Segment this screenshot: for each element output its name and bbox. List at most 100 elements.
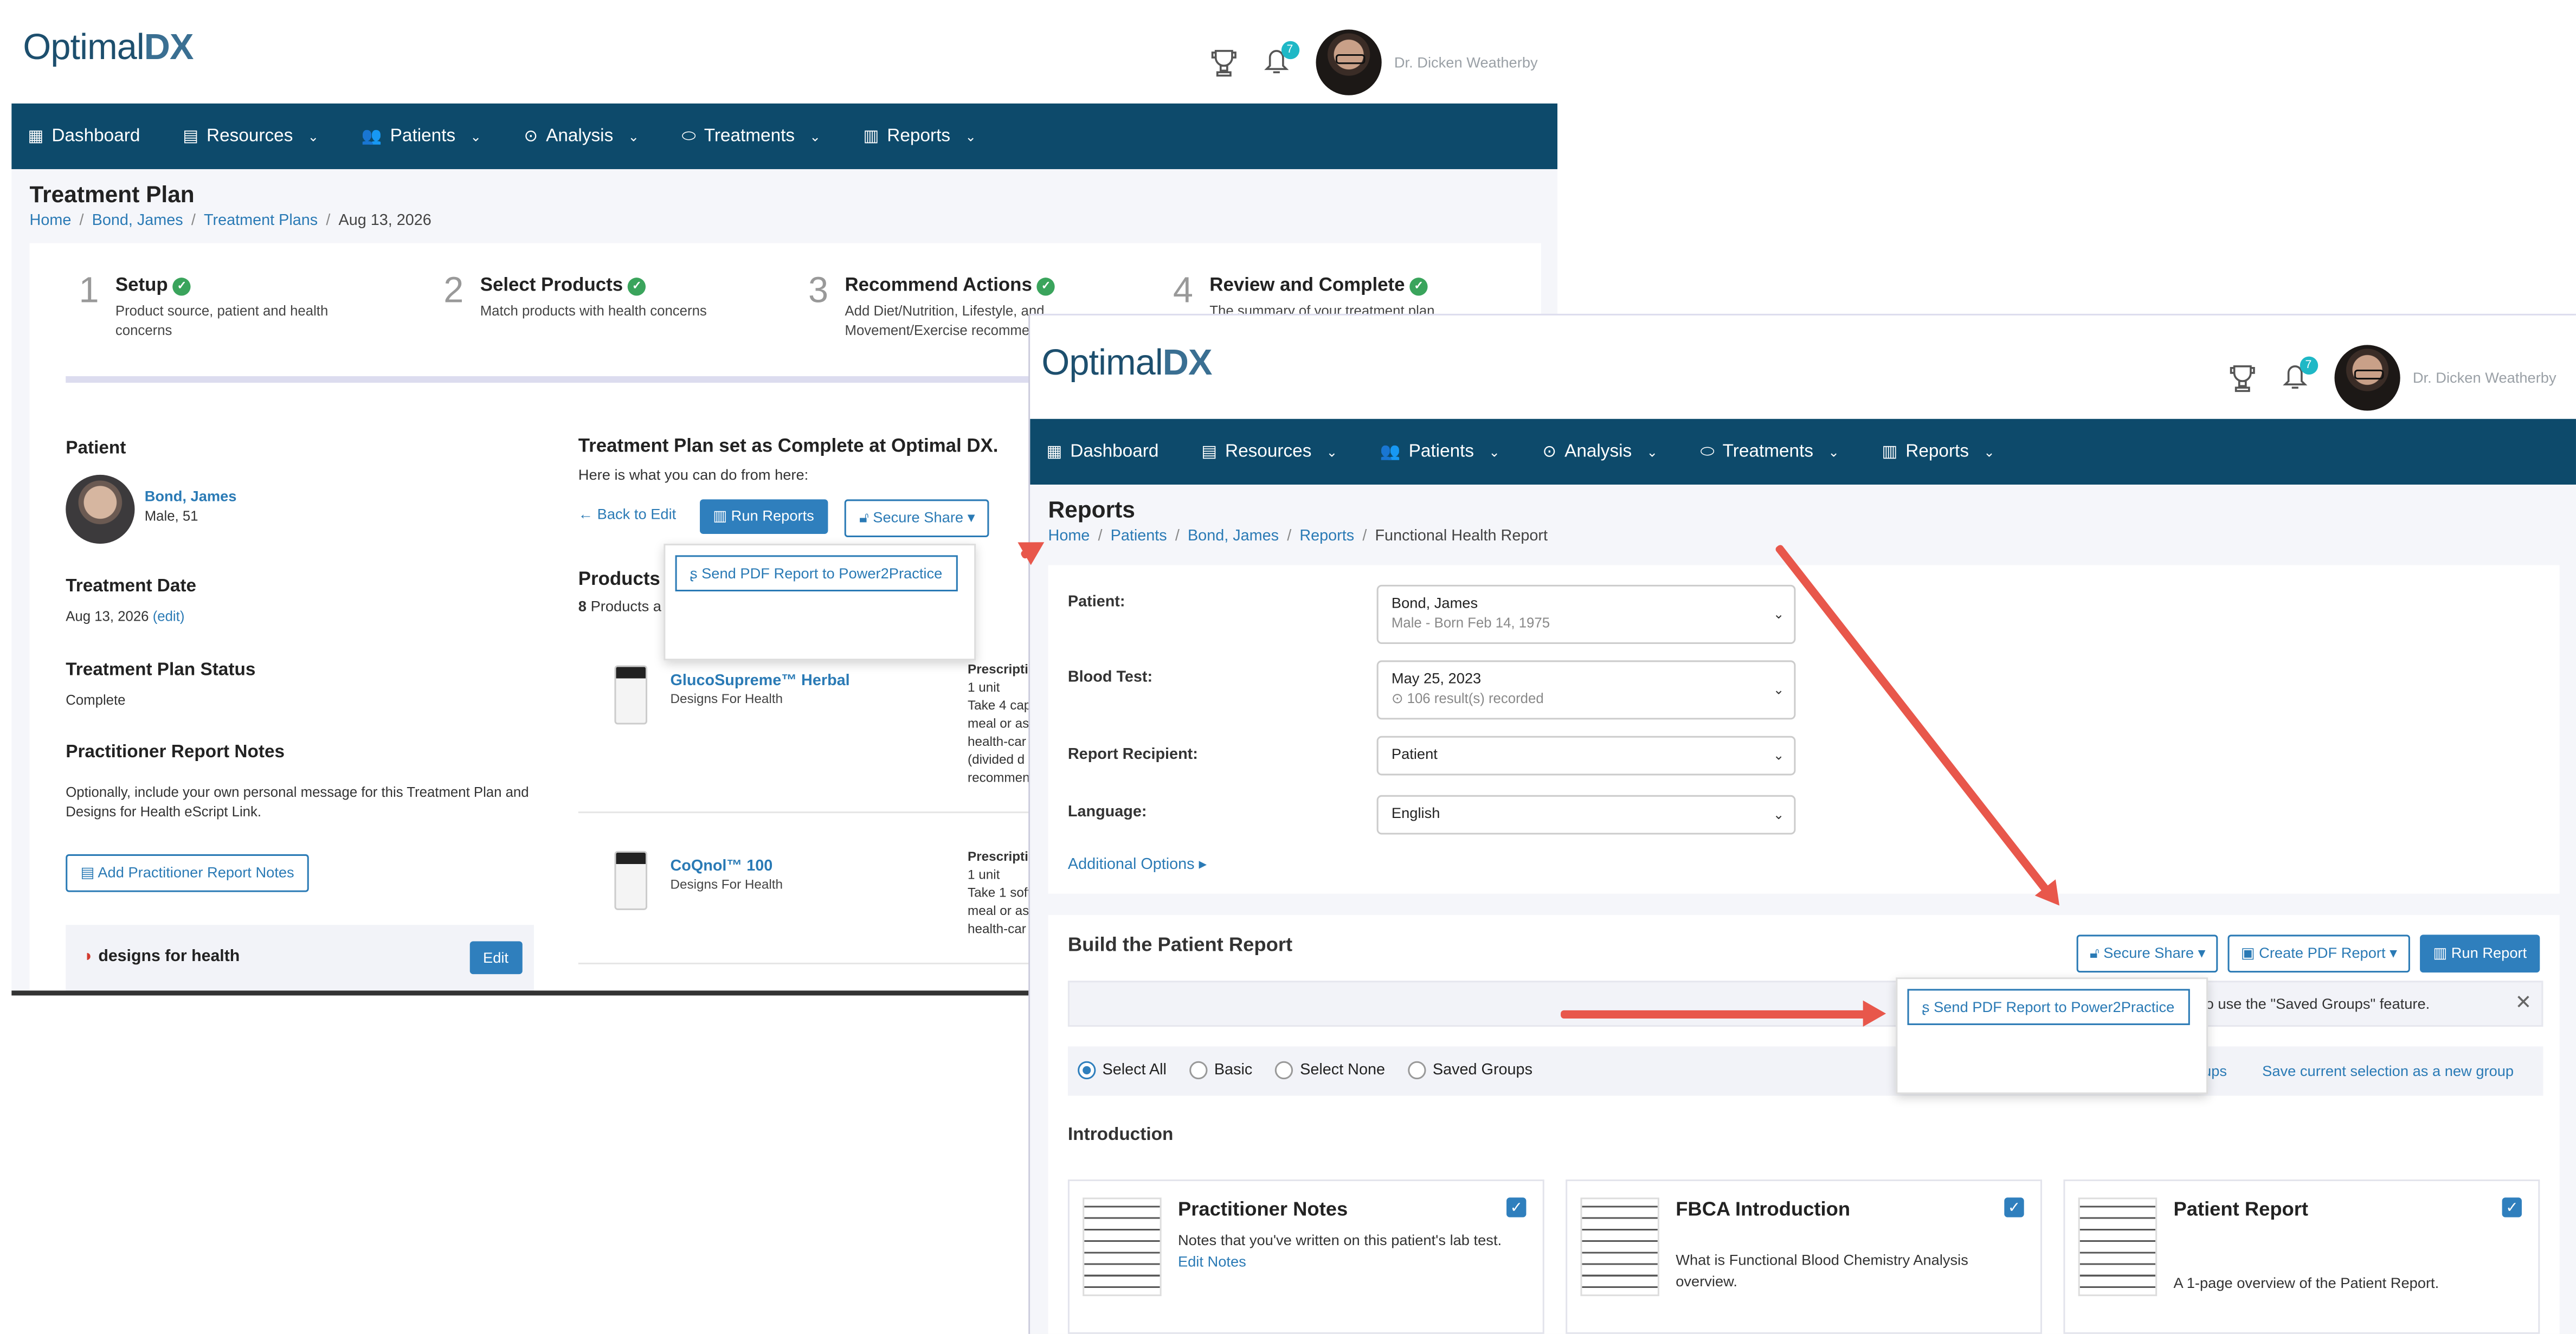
report-card-fbca-introduction[interactable]: FBCA Introduction What is Functional Blo…	[1566, 1179, 2043, 1334]
dfh-edit-button[interactable]: Edit	[469, 941, 522, 975]
reports-window: OptimalDX 7 Dr. Dicken Weatherby ▦ Dashbo…	[1030, 315, 2576, 1334]
patient-label: Patient	[66, 439, 126, 459]
nav-treatments[interactable]: ⬭ Treatments ⌄	[1701, 442, 1839, 461]
card-desc: What is Functional Blood Chemistry Analy…	[1676, 1252, 1968, 1290]
create-pdf-button[interactable]: ▣ Create PDF Report ▾	[2227, 935, 2411, 973]
radio-select-none[interactable]: Select None	[1275, 1061, 1385, 1080]
card-checkbox[interactable]: ✓	[2004, 1197, 2024, 1217]
nav-dashboard[interactable]: ▦ Dashboard	[1046, 442, 1158, 461]
bell-icon[interactable]: 7	[1263, 41, 1299, 78]
product-name[interactable]: CoQnol™ 100	[670, 858, 772, 875]
nav-resources[interactable]: ▤ Resources ⌄	[1201, 442, 1337, 461]
crumb-reports[interactable]: Reports	[1299, 527, 1354, 545]
user-avatar[interactable]	[2334, 345, 2400, 411]
app-logo[interactable]: OptimalDX	[23, 26, 194, 69]
nav-patients[interactable]: 👥 Patients ⌄	[362, 126, 481, 146]
nav-dashboard[interactable]: ▦ Dashboard	[28, 126, 140, 146]
step-4[interactable]: 4 Review and Complete ✓ The summary of your…	[1124, 243, 1489, 319]
header: OptimalDX 7 Dr. Dicken Weatherby	[1030, 315, 2576, 419]
user-name[interactable]: Dr. Dicken Weatherby	[1394, 54, 1538, 70]
patient-label: Patient:	[1067, 593, 1125, 611]
crumb-patient[interactable]: Bond, James	[92, 212, 183, 230]
secure-share-button[interactable]: 🔓︎ Secure Share ▾	[2076, 935, 2219, 973]
nav-patients[interactable]: 👥 Patients ⌄	[1380, 442, 1500, 461]
blood-test-select[interactable]: May 25, 2023 ⊙ 106 result(s) recorded ⌄	[1376, 660, 1796, 720]
crumb-patients[interactable]: Patients	[1111, 527, 1167, 545]
card-checkbox[interactable]: ✓	[1506, 1197, 1527, 1217]
bell-icon[interactable]: 7	[2281, 356, 2318, 393]
run-reports-button[interactable]: ▥ Run Reports	[700, 499, 828, 534]
radio-saved-groups[interactable]: Saved Groups	[1408, 1061, 1532, 1080]
pill-icon: ⬭	[1700, 442, 1715, 461]
secure-share-dropdown: ʂ Send PDF Report to Power2Practice	[1896, 977, 2208, 1094]
nav-reports[interactable]: ▥ Reports ⌄	[1882, 442, 1994, 461]
secure-share-dropdown: ʂ Send PDF Report to Power2Practice	[664, 544, 976, 661]
crumb-patient[interactable]: Bond, James	[1188, 527, 1279, 545]
breadcrumb: Home / Patients / Bond, James / Reports / Functi…	[1048, 527, 1548, 546]
report-thumbnail	[1083, 1197, 1162, 1297]
step-1[interactable]: 1 Setup ✓ Product source, patient and healt…	[30, 243, 395, 338]
notification-badge: 7	[2299, 356, 2318, 375]
chevron-down-icon: ⌄	[1983, 444, 1995, 460]
main-nav: ▦ Dashboard ▤ Resources ⌄ 👥 Patients ⌄ ⊙ Analy…	[1030, 418, 2576, 485]
date-edit-link[interactable]: (edit)	[153, 608, 185, 624]
additional-options-link[interactable]: Additional Options ▸	[1068, 856, 1207, 874]
step-3[interactable]: 3 Recommend Actions ✓ Add Diet/Nutrition, L…	[759, 243, 1124, 338]
crumb-current: Functional Health Report	[1375, 527, 1548, 546]
radio-basic[interactable]: Basic	[1189, 1061, 1252, 1080]
radio-select-all[interactable]: Select All	[1078, 1061, 1167, 1080]
trophy-icon[interactable]	[2229, 363, 2255, 393]
crumb-home[interactable]: Home	[30, 212, 72, 230]
step-progress-bar	[66, 376, 1052, 383]
annotation-arrow	[1561, 1000, 1886, 1027]
divider	[578, 962, 1039, 964]
selection-bar: Select All Basic Select None Saved Group…	[1067, 1046, 2543, 1096]
report-card-practitioner-notes[interactable]: Practitioner Notes Notes that you've wri…	[1067, 1179, 1544, 1334]
patient-name-link[interactable]: Bond, James	[145, 488, 237, 504]
main-nav: ▦ Dashboard ▤ Resources ⌄ 👥 Patients ⌄ ⊙ Analy…	[11, 103, 1558, 170]
p2p-icon: ʂ	[1922, 998, 1934, 1015]
card-checkbox[interactable]: ✓	[2502, 1197, 2522, 1217]
send-pdf-power2practice-button[interactable]: ʂ Send PDF Report to Power2Practice	[675, 555, 957, 592]
nav-analysis[interactable]: ⊙ Analysis ⌄	[524, 126, 639, 146]
prescription-text: Prescripti 1 unit Take 1 soft meal or as hea…	[968, 849, 1032, 937]
chevron-down-icon: ⌄	[1773, 748, 1785, 763]
app-logo[interactable]: OptimalDX	[1041, 341, 1212, 384]
nav-treatments[interactable]: ⬭ Treatments ⌄	[682, 126, 821, 146]
crumb-treatment-plans[interactable]: Treatment Plans	[204, 212, 318, 230]
recipient-select[interactable]: Patient ⌄	[1376, 736, 1796, 776]
product-bottle-image	[614, 850, 648, 910]
secure-share-button[interactable]: 🔓︎ Secure Share ▾	[844, 499, 990, 538]
close-icon[interactable]: ✕	[2515, 990, 2532, 1013]
user-avatar[interactable]	[1315, 29, 1381, 95]
notification-badge: 7	[1280, 41, 1299, 60]
product-name[interactable]: GlucoSupreme™ Herbal	[670, 672, 849, 690]
card-title: Patient Report	[2173, 1197, 2309, 1221]
product-maker: Designs For Health	[670, 877, 783, 892]
language-select[interactable]: English ⌄	[1376, 795, 1796, 835]
report-card-patient-report[interactable]: Patient Report A 1-page overview of the …	[2063, 1179, 2540, 1334]
nav-reports[interactable]: ▥ Reports ⌄	[863, 126, 976, 146]
chevron-down-icon: ⌄	[1773, 807, 1785, 822]
report-thumbnail	[2078, 1197, 2158, 1297]
edit-notes-link[interactable]: Edit Notes	[1178, 1253, 1246, 1269]
send-pdf-power2practice-button[interactable]: ʂ Send PDF Report to Power2Practice	[1907, 989, 2189, 1026]
patient-select[interactable]: Bond, James Male - Born Feb 14, 1975 ⌄	[1376, 584, 1796, 644]
book-icon: ▤	[1201, 442, 1217, 461]
save-group-link[interactable]: Save current selection as a new group	[2262, 1063, 2514, 1079]
report-settings-form: Patient: Bond, James Male - Born Feb 14, …	[1048, 565, 2560, 894]
run-report-button[interactable]: ▥ Run Report	[2420, 935, 2540, 973]
chart-icon: ▥	[713, 507, 731, 524]
add-notes-button[interactable]: ▤ Add Practitioner Report Notes	[66, 854, 309, 892]
analysis-icon: ⊙	[524, 127, 538, 146]
back-to-edit-link[interactable]: ← Back to Edit	[578, 506, 676, 522]
pill-icon: ⬭	[681, 127, 696, 146]
user-name[interactable]: Dr. Dicken Weatherby	[2413, 370, 2556, 386]
product-maker: Designs For Health	[670, 691, 783, 707]
nav-resources[interactable]: ▤ Resources ⌄	[183, 126, 319, 146]
step-2[interactable]: 2 Select Products ✓ Match products with hea…	[394, 243, 759, 319]
trophy-icon[interactable]	[1210, 48, 1236, 78]
crumb-home[interactable]: Home	[1048, 527, 1090, 545]
notes-label: Practitioner Report Notes	[66, 742, 285, 763]
nav-analysis[interactable]: ⊙ Analysis ⌄	[1542, 442, 1657, 461]
